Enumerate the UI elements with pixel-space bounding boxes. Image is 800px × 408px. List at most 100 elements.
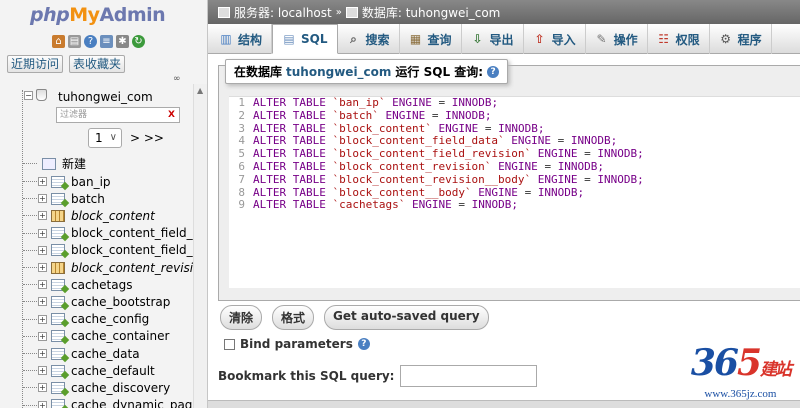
expand-icon[interactable]: + bbox=[38, 400, 47, 408]
tab-search[interactable]: ⌕ 搜索 bbox=[338, 24, 400, 54]
table-icon[interactable] bbox=[51, 192, 65, 205]
phpmyadmin-logo[interactable]: phpMyAdmin bbox=[30, 4, 166, 26]
table-name[interactable]: cache_dynamic_page bbox=[71, 398, 200, 408]
code-line[interactable]: 1 ALTER TABLE `ban_ip` ENGINE = INNODB; bbox=[229, 96, 800, 110]
table-name[interactable]: cache_bootstrap bbox=[71, 295, 170, 309]
tab-sql[interactable]: ▤ SQL bbox=[272, 24, 338, 54]
table-name[interactable]: batch bbox=[71, 192, 105, 206]
expand-icon[interactable]: + bbox=[38, 245, 47, 255]
database-node[interactable]: − bbox=[24, 89, 47, 101]
code-line[interactable]: 6 ALTER TABLE `block_content_revision` EN… bbox=[229, 160, 800, 174]
code-line[interactable]: 9 ALTER TABLE `cachetags` ENGINE = INNODB… bbox=[229, 199, 800, 212]
table-item[interactable]: + cache_data bbox=[38, 345, 140, 362]
help-icon[interactable]: ? bbox=[487, 65, 500, 78]
table-item[interactable]: + cache_discovery bbox=[38, 379, 170, 396]
table-icon[interactable] bbox=[51, 295, 65, 308]
table-item[interactable]: + cachetags bbox=[38, 276, 132, 293]
table-item[interactable]: + cache_bootstrap bbox=[38, 293, 170, 310]
expand-icon[interactable]: + bbox=[38, 280, 47, 290]
exit-icon[interactable]: ▤ bbox=[68, 35, 81, 48]
bind-parameters-label[interactable]: Bind parameters bbox=[240, 337, 353, 351]
expand-icon[interactable]: + bbox=[38, 383, 47, 393]
bind-parameters-checkbox[interactable] bbox=[224, 338, 235, 350]
format-button[interactable]: 格式 bbox=[272, 305, 315, 330]
expand-icon[interactable]: + bbox=[38, 177, 47, 186]
expand-icon[interactable]: + bbox=[38, 297, 47, 307]
tab-operations[interactable]: ✎ 操作 bbox=[586, 24, 648, 54]
table-name[interactable]: block_content_field_da bbox=[71, 226, 207, 240]
docs-icon[interactable]: ≡ bbox=[100, 35, 113, 48]
code-line[interactable]: 7 ALTER TABLE `block_content_revision__bo… bbox=[229, 173, 800, 187]
table-name[interactable]: cache_container bbox=[71, 329, 169, 343]
tab-query[interactable]: ▦ 查询 bbox=[400, 24, 462, 54]
expand-icon[interactable]: + bbox=[38, 349, 47, 358]
table-item[interactable]: + cache_default bbox=[38, 362, 155, 379]
expand-icon[interactable]: + bbox=[38, 366, 47, 376]
expand-icon[interactable]: + bbox=[38, 331, 47, 341]
table-name[interactable]: cache_data bbox=[71, 347, 140, 361]
table-name[interactable]: cache_discovery bbox=[71, 381, 170, 395]
reload-icon[interactable]: ↻ bbox=[132, 35, 145, 48]
breadcrumb-server[interactable]: 服务器: localhost bbox=[234, 4, 332, 21]
table-name[interactable]: block_content bbox=[71, 209, 155, 223]
table-item[interactable]: + ban_ip bbox=[38, 173, 111, 190]
table-filter-input[interactable]: 过滤器 X bbox=[56, 107, 180, 123]
table-item[interactable]: + block_content bbox=[38, 207, 155, 224]
bookmark-input[interactable] bbox=[400, 365, 538, 387]
clear-button[interactable]: 清除 bbox=[220, 305, 263, 330]
table-name[interactable]: cachetags bbox=[71, 278, 132, 292]
table-item[interactable]: + cache_dynamic_page bbox=[38, 397, 200, 408]
settings-icon[interactable]: ✱ bbox=[116, 35, 129, 48]
table-item[interactable]: + block_content_revision bbox=[38, 259, 207, 276]
page-select[interactable]: 1 ∨ bbox=[88, 128, 122, 148]
view-icon[interactable] bbox=[51, 261, 65, 274]
link-with-main-icon[interactable]: ∞ bbox=[173, 74, 181, 84]
table-icon[interactable] bbox=[51, 313, 65, 326]
scroll-up-icon[interactable]: ▲ bbox=[197, 86, 203, 95]
table-item[interactable]: + block_content_field_rev bbox=[38, 242, 207, 259]
expand-icon[interactable]: + bbox=[38, 194, 47, 204]
table-item[interactable]: + block_content_field_da bbox=[38, 225, 207, 242]
tab-routines[interactable]: ⚙ 程序 bbox=[710, 24, 772, 54]
table-icon[interactable] bbox=[51, 364, 65, 377]
help-icon[interactable]: ? bbox=[357, 338, 370, 350]
help-icon[interactable]: ? bbox=[84, 35, 97, 48]
table-item[interactable]: + batch bbox=[38, 190, 105, 207]
table-icon[interactable] bbox=[51, 330, 65, 343]
breadcrumb-database[interactable]: 数据库: tuhongwei_com bbox=[362, 4, 501, 21]
code-line[interactable]: 2 ALTER TABLE `batch` ENGINE = INNODB; bbox=[229, 109, 800, 123]
nav-scrollbar[interactable]: ▲ bbox=[193, 84, 207, 408]
table-name[interactable]: block_content_field_rev bbox=[71, 243, 207, 257]
table-name[interactable]: cache_default bbox=[71, 364, 155, 378]
expand-icon[interactable]: + bbox=[38, 314, 47, 324]
table-name[interactable]: ban_ip bbox=[71, 175, 111, 189]
home-icon[interactable]: ⌂ bbox=[52, 35, 65, 48]
recent-tables-link[interactable]: 近期访问 bbox=[7, 55, 64, 73]
view-icon[interactable] bbox=[51, 209, 65, 222]
table-icon[interactable] bbox=[51, 227, 65, 240]
tab-export[interactable]: ⇩ 导出 bbox=[462, 24, 524, 54]
table-name[interactable]: cache_config bbox=[71, 312, 149, 326]
table-name[interactable]: block_content_revision bbox=[71, 261, 207, 275]
tab-privileges[interactable]: ☷ 权限 bbox=[648, 24, 710, 54]
favorite-tables-link[interactable]: 表收藏夹 bbox=[69, 55, 126, 73]
expand-icon[interactable]: + bbox=[38, 228, 47, 238]
table-icon[interactable] bbox=[51, 381, 65, 394]
table-icon[interactable] bbox=[51, 244, 65, 257]
table-item[interactable]: + cache_config bbox=[38, 311, 149, 328]
autosaved-query-button[interactable]: Get auto-saved query bbox=[324, 305, 489, 330]
table-icon[interactable] bbox=[51, 399, 65, 408]
clear-filter-icon[interactable]: X bbox=[168, 108, 175, 122]
tab-import[interactable]: ⇧ 导入 bbox=[524, 24, 586, 54]
new-table-item[interactable]: 新建 bbox=[42, 155, 86, 172]
sql-editor[interactable]: 1 ALTER TABLE `ban_ip` ENGINE = INNODB; 2 A… bbox=[229, 96, 800, 288]
expand-icon[interactable]: + bbox=[38, 211, 47, 221]
collapse-icon[interactable]: − bbox=[24, 90, 33, 100]
table-item[interactable]: + cache_container bbox=[38, 328, 169, 345]
table-icon[interactable] bbox=[51, 347, 65, 360]
table-icon[interactable] bbox=[51, 278, 65, 291]
next-page-link[interactable]: > >> bbox=[130, 131, 164, 145]
tab-structure[interactable]: ▥ 结构 bbox=[210, 24, 273, 54]
expand-icon[interactable]: + bbox=[38, 263, 47, 272]
table-icon[interactable] bbox=[51, 175, 65, 188]
